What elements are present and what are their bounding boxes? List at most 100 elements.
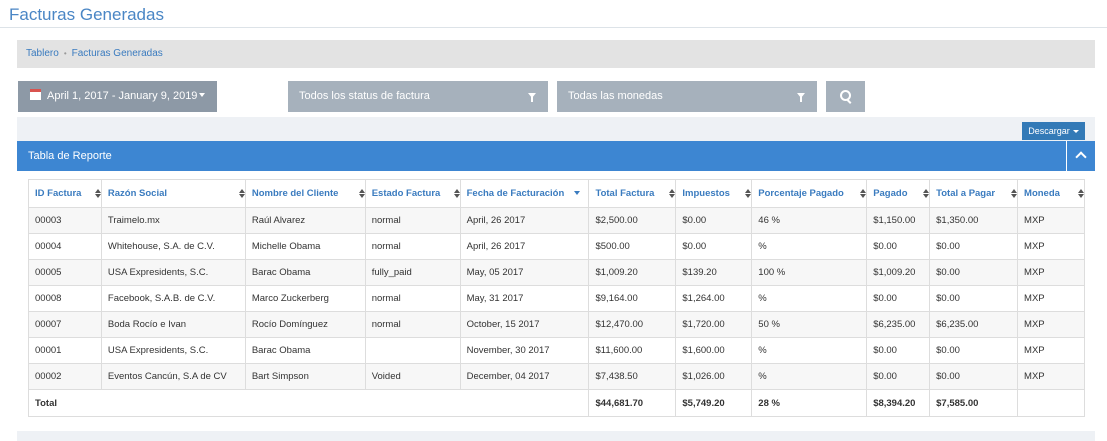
table-cell: normal [364, 233, 461, 260]
table-cell: $0.00 [866, 337, 931, 364]
page-title: Facturas Generadas [9, 5, 164, 24]
table-cell: $1,264.00 [675, 285, 753, 312]
table-header-row: ID Factura Razón Social Nombre del Clien… [28, 179, 1085, 208]
table-cell: normal [364, 285, 461, 312]
column-header[interactable]: Porcentaje Pagado [751, 179, 868, 208]
column-header[interactable]: Pagado [866, 179, 931, 208]
table-cell: $0.00 [675, 207, 753, 234]
table-cell: $0.00 [866, 363, 931, 390]
table-cell: Marco Zuckerberg [244, 285, 366, 312]
table-cell: normal [364, 207, 461, 234]
column-header-label: Nombre del Cliente [251, 188, 339, 199]
pagado-sum: $8,394.20 [866, 389, 931, 417]
table-cell: Raúl Alvarez [244, 207, 366, 234]
column-header-label: ID Factura [35, 188, 82, 199]
table-row[interactable]: 00002 Eventos Cancún, S.A de CV Bart Simps… [28, 363, 1085, 390]
table-cell: Bart Simpson [244, 363, 366, 390]
table-cell: $6,235.00 [929, 311, 1019, 338]
table-cell: $1,150.00 [866, 207, 931, 234]
date-range-label: April 1, 2017 - January 9, 2019 [47, 90, 198, 102]
table-cell: $6,235.00 [866, 311, 931, 338]
table-cell: $1,350.00 [929, 207, 1019, 234]
breadcrumb-tablero-link[interactable]: Tablero [26, 48, 59, 59]
table-cell: USA Expresidents, S.C. [100, 259, 246, 286]
filter-funnel-icon [528, 93, 536, 102]
table-cell: $7,438.50 [588, 363, 677, 390]
table-cell: May, 05 2017 [459, 259, 590, 286]
column-header-label: Total Factura [595, 188, 655, 199]
table-cell: 00001 [28, 337, 102, 364]
date-range-picker[interactable]: April 1, 2017 - January 9, 2019 [18, 81, 217, 112]
table-cell: % [751, 285, 868, 312]
table-cell: % [751, 337, 868, 364]
table-cell: $1,720.00 [675, 311, 753, 338]
table-cell: 00005 [28, 259, 102, 286]
table-cell: 00003 [28, 207, 102, 234]
report-panel-header: Tabla de Reporte [17, 141, 1095, 171]
table-cell: 00002 [28, 363, 102, 390]
table-cell: $0.00 [929, 337, 1019, 364]
table-cell: MXP [1017, 233, 1085, 260]
table-cell: Whitehouse, S.A. de C.V. [100, 233, 246, 260]
table-row[interactable]: 00003 Traimelo.mx Raúl Alvarez normal April,… [28, 207, 1085, 234]
table-cell: April, 26 2017 [459, 207, 590, 234]
table-row[interactable]: 00007 Boda Rocío e Ivan Rocío Domínguez nor… [28, 311, 1085, 338]
column-header[interactable]: Nombre del Cliente [244, 179, 366, 208]
table-row[interactable]: 00008 Facebook, S.A.B. de C.V. Marco Zucke… [28, 285, 1085, 312]
column-header[interactable]: Total a Pagar [929, 179, 1019, 208]
table-cell: 00004 [28, 233, 102, 260]
table-cell: normal [364, 311, 461, 338]
table-row[interactable]: 00001 USA Expresidents, S.C. Barac Obama No… [28, 337, 1085, 364]
table-cell: % [751, 363, 868, 390]
impuestos-sum: $5,749.20 [675, 389, 753, 417]
column-header[interactable]: Total Factura [588, 179, 677, 208]
caret-down-icon [1072, 130, 1079, 133]
breadcrumb-current-link[interactable]: Facturas Generadas [72, 48, 163, 59]
column-header[interactable]: ID Factura [28, 179, 102, 208]
column-header-label: Fecha de Facturación [466, 188, 565, 199]
table-cell: Barac Obama [244, 337, 366, 364]
table-cell: May, 31 2017 [459, 285, 590, 312]
table-cell: November, 30 2017 [459, 337, 590, 364]
table-cell: 00007 [28, 311, 102, 338]
table-cell: fully_paid [364, 259, 461, 286]
search-button[interactable] [826, 81, 865, 112]
title-divider [0, 27, 1107, 28]
caret-down-icon [199, 93, 206, 97]
table-body: 00003 Traimelo.mx Raúl Alvarez normal April,… [28, 207, 1085, 390]
column-header[interactable]: Impuestos [675, 179, 753, 208]
table-cell: $1,026.00 [675, 363, 753, 390]
column-header[interactable]: Estado Factura [364, 179, 461, 208]
porcentaje-pagado-total: 28 % [751, 389, 868, 417]
table-cell: $9,164.00 [588, 285, 677, 312]
column-header-label: Pagado [873, 188, 908, 199]
total-factura-sum: $44,681.70 [588, 389, 677, 417]
currency-filter-select[interactable]: Todas las monedas [557, 81, 817, 112]
report-table: ID Factura Razón Social Nombre del Clien… [27, 179, 1085, 417]
download-button[interactable]: Descargar [1022, 122, 1085, 140]
table-row[interactable]: 00004 Whitehouse, S.A. de C.V. Michelle Ob… [28, 233, 1085, 260]
table-cell [364, 337, 461, 364]
table-cell: 50 % [751, 311, 868, 338]
total-a-pagar-sum: $7,585.00 [929, 389, 1019, 417]
column-header[interactable]: Moneda [1017, 179, 1085, 208]
collapse-panel-button[interactable] [1066, 141, 1095, 171]
bottom-strip [17, 431, 1095, 441]
panel-title: Tabla de Reporte [28, 150, 112, 162]
table-row[interactable]: 00005 USA Expresidents, S.C. Barac Obama fu… [28, 259, 1085, 286]
table-cell: $0.00 [929, 285, 1019, 312]
table-cell: Michelle Obama [244, 233, 366, 260]
status-filter-select[interactable]: Todos los status de factura [288, 81, 548, 112]
table-cell: MXP [1017, 207, 1085, 234]
table-cell: Barac Obama [244, 259, 366, 286]
totals-label: Total [27, 389, 590, 417]
table-cell: 46 % [751, 207, 868, 234]
table-cell: 00008 [28, 285, 102, 312]
search-icon-handle [846, 99, 852, 104]
column-header[interactable]: Fecha de Facturación [459, 179, 590, 208]
table-cell: April, 26 2017 [459, 233, 590, 260]
column-header[interactable]: Razón Social [100, 179, 246, 208]
table-cell: $2,500.00 [588, 207, 677, 234]
moneda-total-cell [1017, 389, 1085, 417]
status-filter-value: Todos los status de factura [299, 90, 430, 102]
